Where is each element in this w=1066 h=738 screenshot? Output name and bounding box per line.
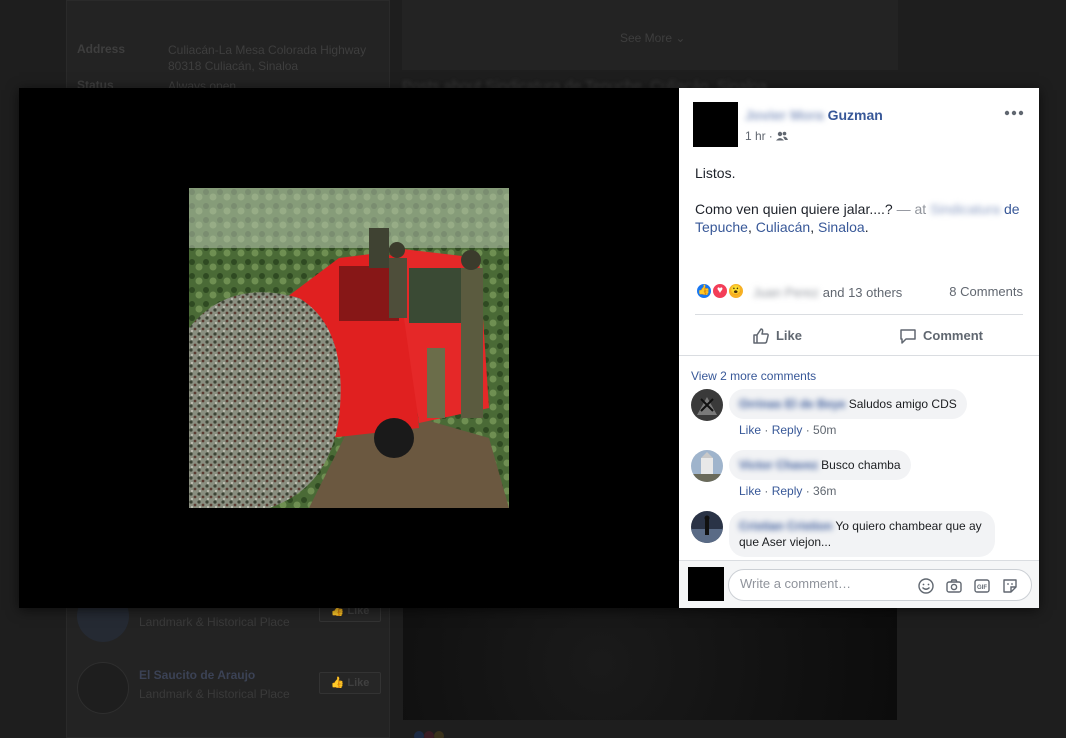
city-link[interactable]: Culiacán [756,219,810,235]
emoji-icon[interactable] [917,577,935,595]
like-label: Like [775,328,802,343]
commenter-name[interactable]: Cristian Cristion [739,519,832,533]
post-text: Listos. Como ven quien quiere jalar....?… [695,164,1023,254]
address-row: Address Culiacán-La Mesa Colorada Highway… [77,42,378,74]
viewer-avatar [688,567,724,601]
background-reactions [414,728,444,738]
comment-composer: GIF [679,560,1039,608]
more-dots-icon[interactable] [1003,106,1025,120]
post-header: Jovier Mora Guzman 1 hr · [693,102,1025,148]
author-name-blurred: Jovier Mora [745,107,824,123]
place-category: Landmark & Historical Place [139,687,290,701]
comment-time[interactable]: 36m [813,484,836,498]
location-blurred: Sindicatura [930,201,1001,217]
commenter-avatar[interactable] [691,389,723,421]
post-question: Como ven quien quiere jalar....? [695,201,893,217]
camera-icon[interactable] [945,577,963,595]
commenter-photo [691,450,723,482]
photo-theater: Jovier Mora Guzman 1 hr · Listos. Como ve… [19,88,1039,608]
comment-reply-link[interactable]: Reply [772,484,803,498]
address-label: Address [77,42,126,56]
sticker-icon[interactable] [1001,577,1019,595]
wow-reaction-icon: 😮 [727,282,745,300]
reactors-others: and 13 others [822,285,903,300]
comment-label: Comment [923,328,983,343]
place-category: Landmark & Historical Place [139,615,290,629]
comment-bubble: Cristian Cristion Yo quiero chambear que … [729,511,995,557]
reaction-names[interactable]: Juan Perez and 13 others [753,285,902,300]
comment-item: Cristian Cristion Yo quiero chambear que … [691,511,1027,559]
reactions-row: 👍 ♥ 😮 Juan Perez and 13 others 8 Comments [695,282,1023,302]
place-avatar [77,662,129,714]
state-link[interactable]: Sinaloa [818,219,865,235]
author-avatar[interactable] [693,102,738,147]
author-name: Guzman [827,107,883,123]
place-like-button[interactable]: 👍 Like [319,672,381,694]
commenter-photo [691,511,723,543]
view-more-comments-link[interactable]: View 2 more comments [691,369,816,383]
background-post-photo [403,607,897,720]
post-line-1: Listos. [695,165,736,181]
photo-illustration [189,188,509,508]
svg-text:GIF: GIF [977,585,987,591]
post-photo[interactable] [189,188,509,508]
post-sidebar: Jovier Mora Guzman 1 hr · Listos. Como ve… [679,88,1039,608]
photo-stage[interactable] [19,88,679,608]
reaction-icons[interactable]: 👍 ♥ 😮 [695,282,745,300]
comment-count-link[interactable]: 8 Comments [949,284,1023,299]
post-line-2: Como ven quien quiere jalar....? — at Si… [695,201,1020,235]
comment-like-link[interactable]: Like [739,484,761,498]
comment-item: Orrinas El de Beye Saludos amigo CDS Like… [691,389,1027,443]
commenter-photo [691,389,723,421]
author-name-link[interactable]: Jovier Mora Guzman [745,107,883,123]
composer-icons: GIF [917,577,1019,595]
comment-bubble: Orrinas El de Beye Saludos amigo CDS [729,389,967,419]
comment-actions: Like · Reply · 50m [739,423,837,437]
meta-separator: · [768,129,773,143]
friends-icon[interactable] [775,131,788,141]
comment-like-link[interactable]: Like [739,423,761,437]
comment-bubble-icon [900,328,916,344]
comment-reply-link[interactable]: Reply [772,423,803,437]
comment-button[interactable]: Comment [859,315,1023,356]
like-button[interactable]: Like [695,315,859,356]
commenter-avatar[interactable] [691,450,723,482]
commenter-avatar[interactable] [691,511,723,543]
at-label: — at [896,201,927,217]
related-place-item[interactable]: El Saucito de Araujo Landmark & Historic… [77,662,387,718]
commenter-name[interactable]: Orrinas El de Beye [739,397,846,411]
divider [679,355,1039,356]
comment-bubble: Victor Chavez Busco chamba [729,450,911,480]
comment-input-box[interactable]: GIF [728,569,1032,601]
comment-item: Victor Chavez Busco chamba Like · Reply ·… [691,450,1027,504]
comment-input[interactable] [740,576,910,591]
address-value: Culiacán-La Mesa Colorada Highway 80318 … [168,43,367,73]
see-more-link[interactable]: See More ⌄ [620,31,685,45]
place-name[interactable]: El Saucito de Araujo [139,668,255,682]
comment-text: Saludos amigo CDS [848,397,957,411]
commenter-name[interactable]: Victor Chavez [739,458,818,472]
gif-icon[interactable]: GIF [973,577,991,595]
see-more-label: See More [620,31,673,45]
comment-actions: Like · Reply · 36m [739,484,837,498]
reactor-blurred: Juan Perez [753,285,819,300]
comment-text: Busco chamba [821,458,901,472]
post-meta: 1 hr · [745,129,788,143]
comment-time[interactable]: 50m [813,423,836,437]
thumbs-up-icon [753,327,769,344]
post-time[interactable]: 1 hr [745,129,766,143]
post-action-bar: Like Comment [695,314,1023,356]
like-label: Like [347,677,370,689]
